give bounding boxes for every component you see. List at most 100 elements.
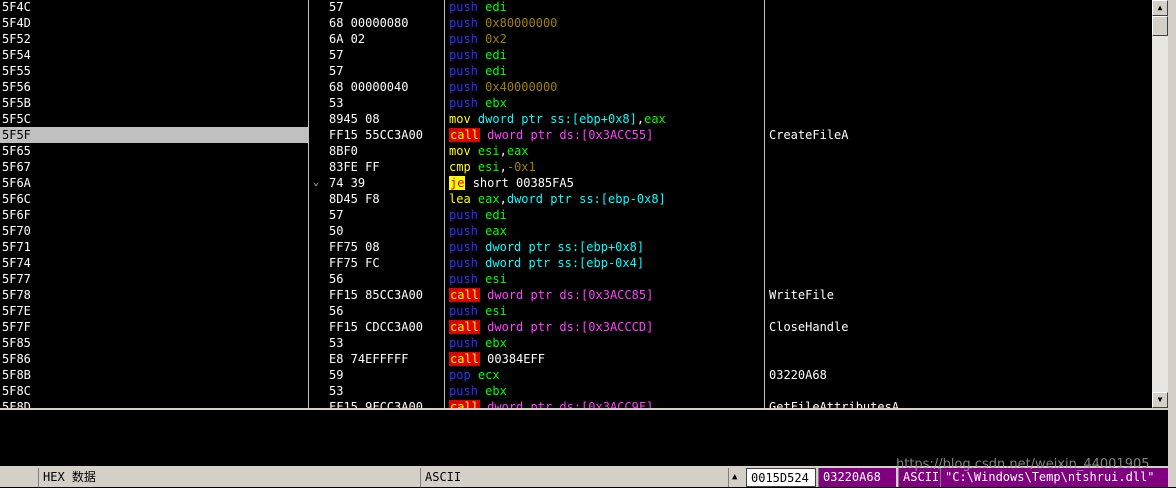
- column-divider[interactable]: [764, 0, 765, 408]
- address-cell[interactable]: 5F5B: [0, 95, 308, 111]
- hex-bytes-cell[interactable]: 53: [310, 383, 463, 399]
- stack-value[interactable]: 03220A68: [818, 468, 896, 487]
- instruction-cell[interactable]: push 0x40000000: [446, 79, 557, 95]
- address-cell[interactable]: 5F55: [0, 63, 308, 79]
- comment-cell[interactable]: 03220A68: [766, 367, 827, 383]
- instruction-cell[interactable]: call dword ptr ds:[0x3ACCCD]: [446, 319, 653, 335]
- hex-bytes-cell[interactable]: 56: [310, 303, 463, 319]
- instruction-cell[interactable]: push 0x2: [446, 31, 507, 47]
- address-cell[interactable]: 5F78: [0, 287, 308, 303]
- hex-bytes-cell[interactable]: 6A 02: [310, 31, 463, 47]
- address-cell[interactable]: 5F74: [0, 255, 308, 271]
- stack-scroll-up-icon[interactable]: ▲: [728, 468, 744, 487]
- hex-bytes-cell[interactable]: 8D45 F8: [310, 191, 463, 207]
- scroll-up-arrow-icon[interactable]: ▲: [1152, 0, 1168, 16]
- operand: dword ptr ss:[ebp-0x4]: [485, 256, 645, 270]
- instruction-cell[interactable]: call dword ptr ds:[0x3ACC9F]: [446, 399, 653, 408]
- instruction-cell[interactable]: mov dword ptr ss:[ebp+0x8],eax: [446, 111, 666, 127]
- instruction-cell[interactable]: lea eax,dword ptr ss:[ebp-0x8]: [446, 191, 666, 207]
- hex-bytes-cell[interactable]: 57: [310, 207, 463, 223]
- comment-cell[interactable]: CloseHandle: [766, 319, 848, 335]
- hex-bytes-cell[interactable]: FF75 FC: [310, 255, 463, 271]
- hex-bytes-cell[interactable]: 57: [310, 47, 463, 63]
- instruction-cell[interactable]: cmp esi,-0x1: [446, 159, 536, 175]
- address-cell[interactable]: 5F6F: [0, 207, 308, 223]
- instruction-cell[interactable]: call dword ptr ds:[0x3ACC85]: [446, 287, 653, 303]
- instruction-cell[interactable]: push dword ptr ss:[ebp-0x4]: [446, 255, 644, 271]
- vertical-scrollbar[interactable]: ▲ ▼: [1152, 0, 1168, 408]
- hex-bytes-cell[interactable]: 53: [310, 95, 463, 111]
- instruction-cell[interactable]: push ebx: [446, 383, 507, 399]
- address-cell[interactable]: 5F5C: [0, 111, 308, 127]
- instruction-cell[interactable]: mov esi,eax: [446, 143, 529, 159]
- hex-bytes-cell[interactable]: 50: [310, 223, 463, 239]
- address-cell[interactable]: 5F77: [0, 271, 308, 287]
- instruction-cell[interactable]: push 0x80000000: [446, 15, 557, 31]
- column-divider[interactable]: [444, 0, 445, 408]
- hex-bytes-cell[interactable]: 57: [310, 63, 463, 79]
- address-cell[interactable]: 5F4D: [0, 15, 308, 31]
- hex-bytes-cell[interactable]: FF15 55CC3A00: [310, 127, 463, 143]
- address-cell[interactable]: 5F70: [0, 223, 308, 239]
- hex-bytes-cell[interactable]: 53: [310, 335, 463, 351]
- hex-data-header[interactable]: HEX 数据: [38, 468, 418, 487]
- disassembly-pane[interactable]: 5F4C 5F4D 5F52 5F54 5F55 5F56 5F5B 5F5C 5F5F 5F65…: [0, 0, 1152, 408]
- instruction-cell[interactable]: push eax: [446, 223, 507, 239]
- address-cell[interactable]: 5F8D: [0, 399, 308, 408]
- comment-cell[interactable]: CreateFileA: [766, 127, 848, 143]
- hex-bytes-cell[interactable]: 83FE FF: [310, 159, 463, 175]
- instruction-cell[interactable]: push edi: [446, 0, 507, 15]
- address-cell[interactable]: 5F85: [0, 335, 308, 351]
- address-cell[interactable]: 5F6A: [0, 175, 308, 191]
- hex-bytes-cell[interactable]: 59: [310, 367, 463, 383]
- hex-bytes-cell[interactable]: 56: [310, 271, 463, 287]
- hex-bytes-cell[interactable]: FF15 CDCC3A00: [310, 319, 463, 335]
- scroll-down-arrow-icon[interactable]: ▼: [1152, 392, 1168, 408]
- hex-bytes-cell[interactable]: 57: [310, 0, 463, 15]
- address-cell[interactable]: 5F65: [0, 143, 308, 159]
- address-cell[interactable]: 5F56: [0, 79, 308, 95]
- hex-bytes-cell[interactable]: ⌄ 74 39: [310, 175, 463, 191]
- address-cell[interactable]: 5F71: [0, 239, 308, 255]
- instruction-cell[interactable]: je short 00385FA5: [446, 175, 574, 191]
- hex-bytes-cell[interactable]: E8 74EFFFFF: [310, 351, 463, 367]
- instruction-cell[interactable]: call dword ptr ds:[0x3ACC55]: [446, 127, 653, 143]
- address-cell[interactable]: 5F52: [0, 31, 308, 47]
- window-edge: [1168, 0, 1176, 487]
- address-cell[interactable]: 5F7E: [0, 303, 308, 319]
- address-cell[interactable]: 5F54: [0, 47, 308, 63]
- instruction-cell[interactable]: pop ecx: [446, 367, 500, 383]
- hex-bytes-cell[interactable]: 68 00000040: [310, 79, 463, 95]
- hex-bytes-cell[interactable]: 68 00000080: [310, 15, 463, 31]
- scroll-thumb[interactable]: [1152, 16, 1168, 36]
- hex-bytes-cell[interactable]: 8BF0: [310, 143, 463, 159]
- instruction-cell[interactable]: push ebx: [446, 95, 507, 111]
- address-cell[interactable]: 5F8C: [0, 383, 308, 399]
- address-cell[interactable]: 5F4C: [0, 0, 308, 15]
- instruction-cell[interactable]: push edi: [446, 47, 507, 63]
- ascii-header[interactable]: ASCII: [420, 468, 726, 487]
- address-cell[interactable]: 5F8B: [0, 367, 308, 383]
- address-cell[interactable]: 5F7F: [0, 319, 308, 335]
- address-cell[interactable]: 5F67: [0, 159, 308, 175]
- address-cell[interactable]: 5F86: [0, 351, 308, 367]
- mnemonic: push: [449, 16, 478, 30]
- instruction-cell[interactable]: push edi: [446, 207, 507, 223]
- hex-bytes-cell[interactable]: FF15 85CC3A00: [310, 287, 463, 303]
- comment-cell[interactable]: WriteFile: [766, 287, 834, 303]
- comment-cell[interactable]: GetFileAttributesA: [766, 399, 899, 408]
- hex-bytes-cell[interactable]: 8945 08: [310, 111, 463, 127]
- scroll-track[interactable]: [1152, 36, 1168, 392]
- instruction-cell[interactable]: push esi: [446, 303, 507, 319]
- hex-bytes-cell[interactable]: FF75 08: [310, 239, 463, 255]
- hex-bytes-cell[interactable]: FF15 9FCC3A00: [310, 399, 463, 408]
- column-divider[interactable]: [308, 0, 309, 408]
- instruction-cell[interactable]: push ebx: [446, 335, 507, 351]
- instruction-cell[interactable]: call 00384EFF: [446, 351, 545, 367]
- instruction-cell[interactable]: push dword ptr ss:[ebp+0x8]: [446, 239, 644, 255]
- instruction-cell[interactable]: push esi: [446, 271, 507, 287]
- address-cell[interactable]: 5F5F: [0, 127, 308, 143]
- address-cell[interactable]: 5F6C: [0, 191, 308, 207]
- stack-address[interactable]: 0015D524: [746, 468, 816, 487]
- instruction-cell[interactable]: push edi: [446, 63, 507, 79]
